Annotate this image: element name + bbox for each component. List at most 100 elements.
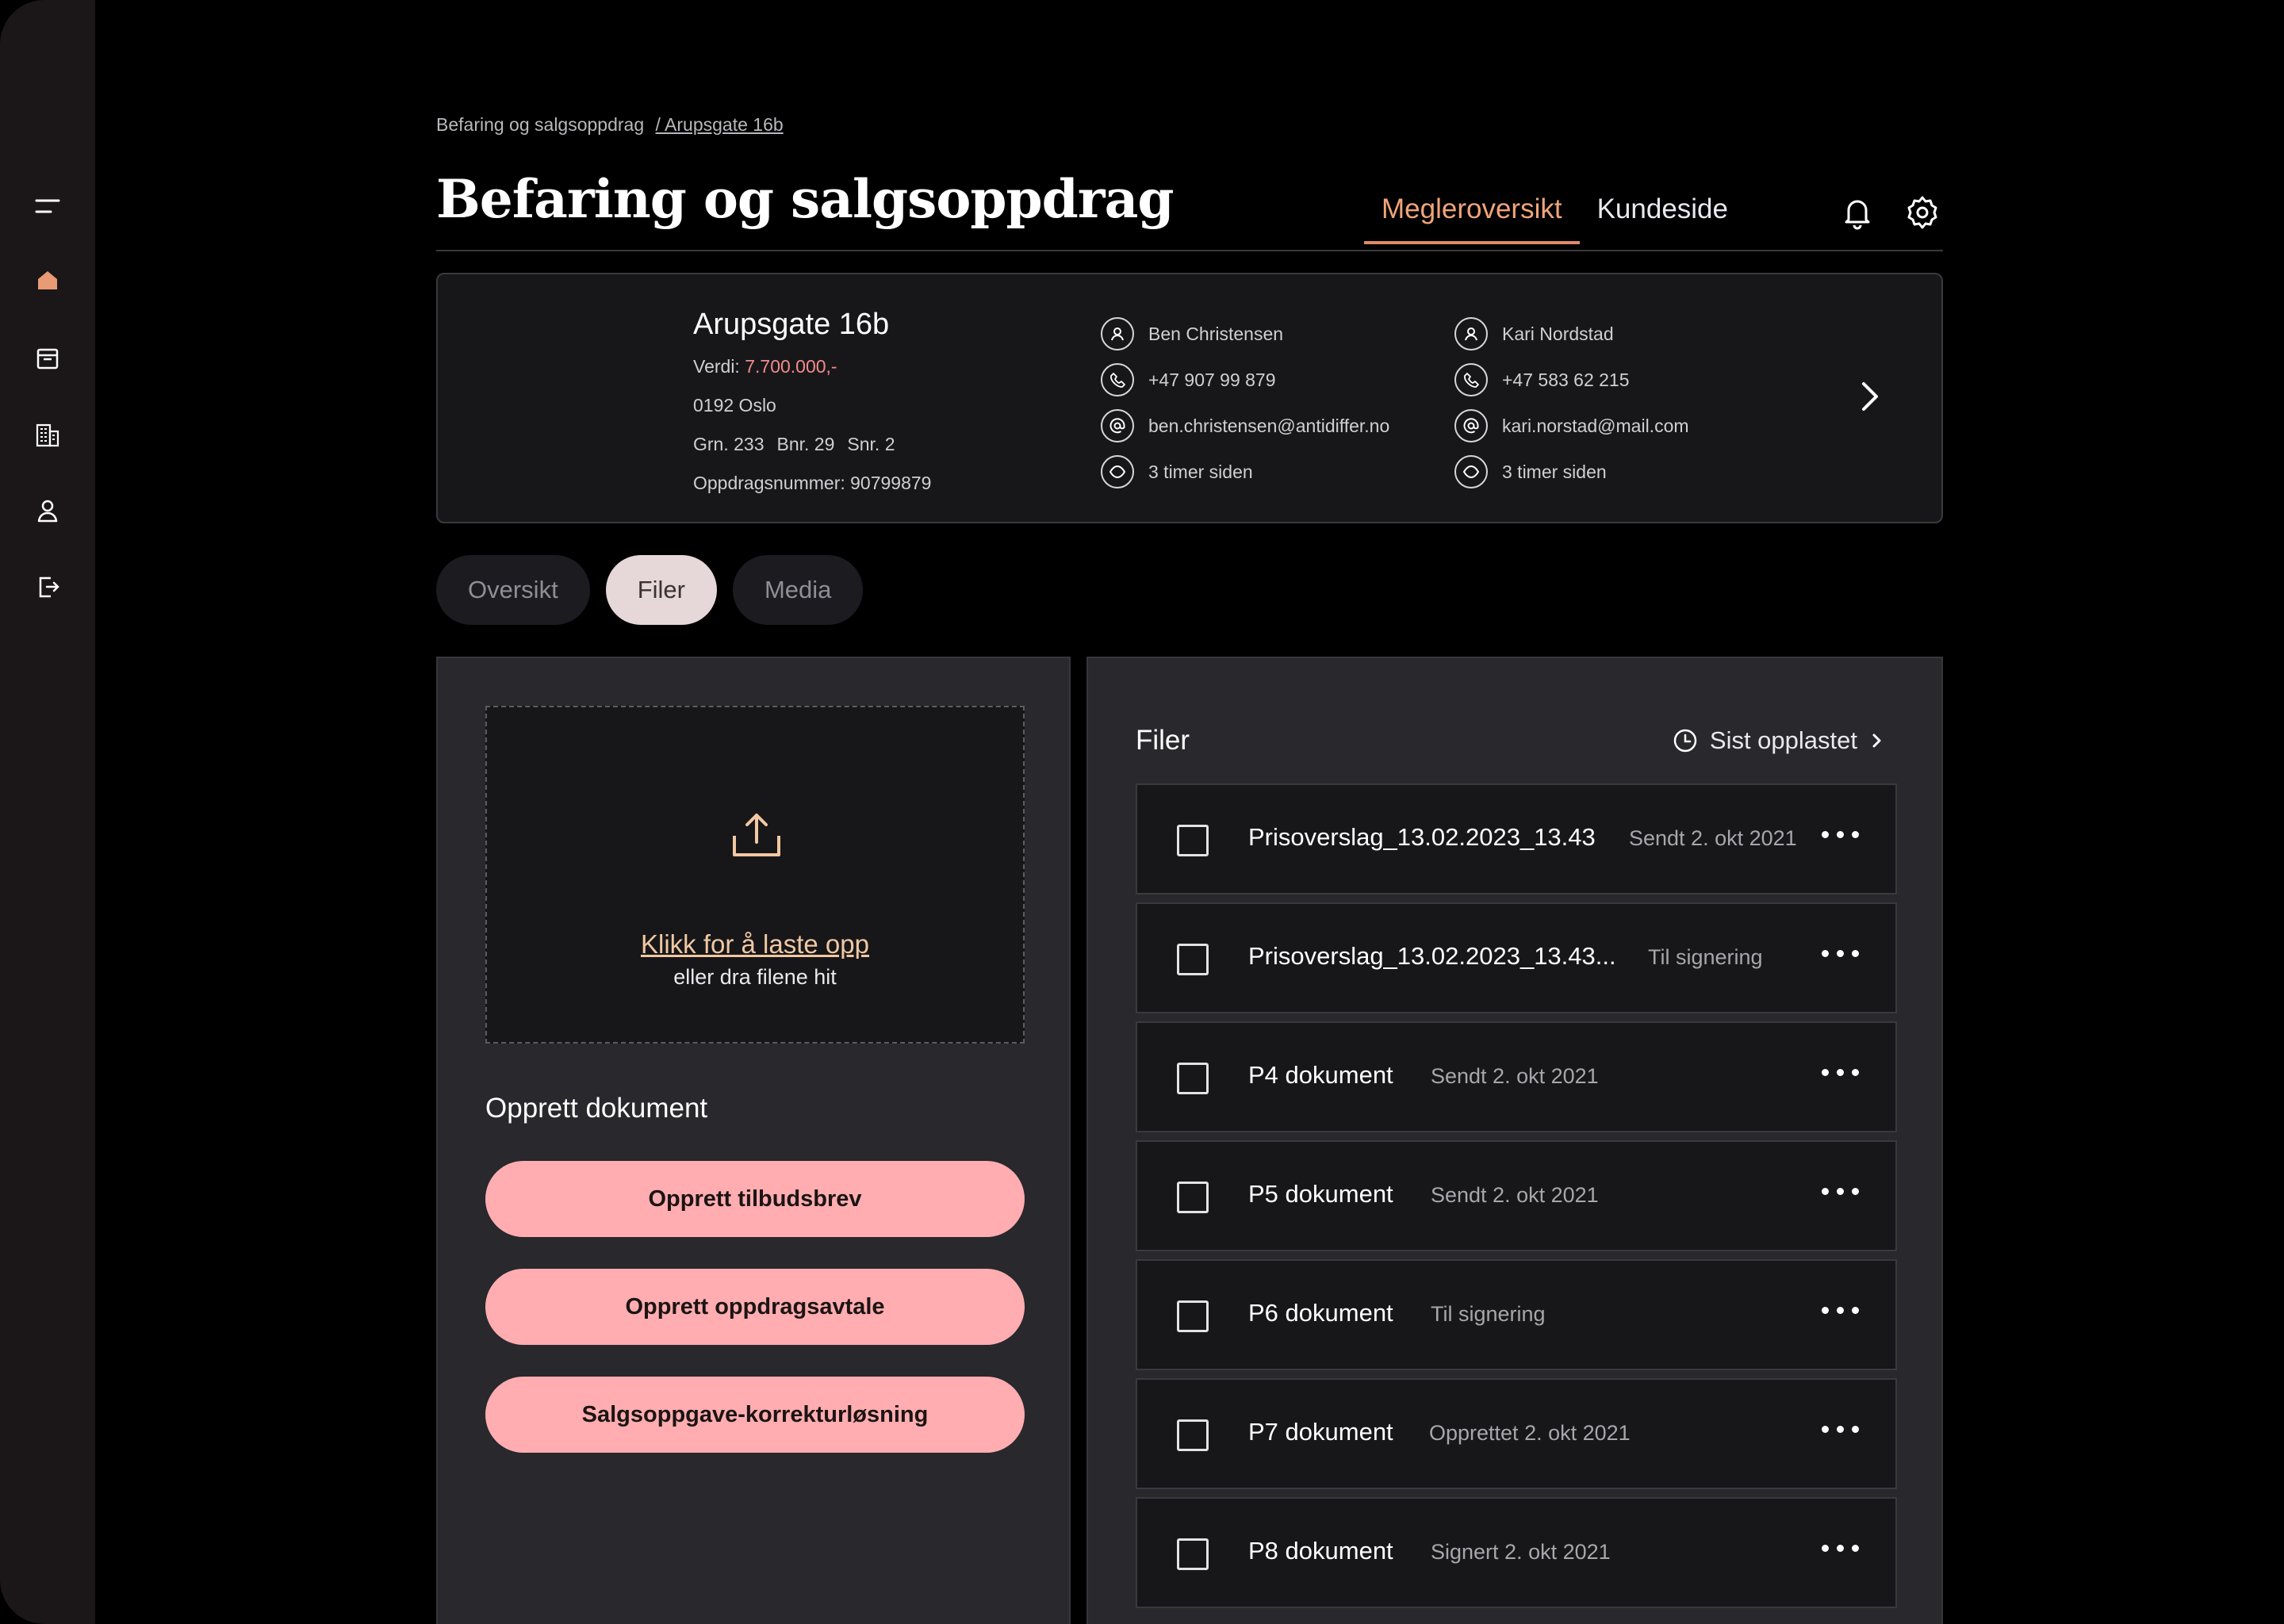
file-checkbox[interactable] [1177,1063,1209,1094]
upload-link[interactable]: Klikk for å laste opp [487,929,1023,959]
property-cadastral: Grn. 233 Bnr. 29 Snr. 2 [693,434,895,454]
file-row[interactable]: P5 dokument Sendt 2. okt 2021 [1136,1140,1897,1251]
email-icon [1454,409,1488,442]
logout-icon[interactable] [32,571,63,603]
settings-icon[interactable] [1903,193,1941,232]
contact-name: Ben Christensen [1148,323,1284,344]
sort-dropdown[interactable]: Sist opplastet [1672,726,1886,755]
user-icon[interactable] [32,495,63,527]
more-options-icon[interactable] [1822,1545,1859,1552]
file-row[interactable]: P7 dokument Opprettet 2. okt 2021 [1136,1378,1897,1489]
file-status: Til signering [1648,945,1763,969]
breadcrumb-current[interactable]: / Arupsgate 16b [656,114,784,135]
files-heading: Filer [1136,725,1190,756]
file-name: Prisoverslag_13.02.2023_13.43... [1248,942,1616,970]
chevron-right-icon [1872,733,1881,748]
sidebar [0,0,95,1624]
building-icon[interactable] [32,419,63,451]
create-assignment-agreement-button[interactable]: Opprett oppdragsavtale [485,1269,1025,1345]
file-row[interactable]: P4 dokument Sendt 2. okt 2021 [1136,1021,1897,1132]
contact-seller-2: Kari Nordstad +47 583 62 215 kari.norsta… [1454,311,1689,495]
upload-panel: Klikk for å laste opp eller dra filene h… [436,657,1071,1624]
file-status: Sendt 2. okt 2021 [1629,826,1797,850]
contact-last-seen: 3 timer siden [1148,461,1253,482]
menu-icon[interactable] [32,190,63,222]
contact-seller-1: Ben Christensen +47 907 99 879 ben.chris… [1101,311,1389,495]
property-address: Arupsgate 16b [693,308,890,341]
tab-megleroversikt[interactable]: Megleroversikt [1364,190,1580,244]
file-status: Sendt 2. okt 2021 [1431,1064,1599,1088]
more-options-icon[interactable] [1822,1426,1859,1433]
file-row[interactable]: Prisoverslag_13.02.2023_13.43 Sendt 2. o… [1136,783,1897,894]
more-options-icon[interactable] [1822,950,1859,957]
file-checkbox[interactable] [1177,944,1209,975]
tab-media[interactable]: Media [732,555,864,625]
top-tabs: Megleroversikt Kundeside [1364,190,1746,244]
file-name: P8 dokument [1248,1537,1393,1565]
file-name: P7 dokument [1248,1418,1393,1446]
breadcrumb-root[interactable]: Befaring og salgsoppdrag [436,114,644,135]
file-row[interactable]: P6 dokument Til signering [1136,1259,1897,1370]
file-name: P4 dokument [1248,1061,1393,1089]
file-row[interactable]: Prisoverslag_13.02.2023_13.43... Til sig… [1136,902,1897,1013]
phone-icon [1101,363,1134,396]
contact-email[interactable]: ben.christensen@antidiffer.no [1148,416,1389,437]
file-dropzone[interactable]: Klikk for å laste opp eller dra filene h… [485,706,1025,1044]
tab-oversikt[interactable]: Oversikt [436,555,590,625]
app-frame: Befaring og salgsoppdrag / Arupsgate 16b… [0,0,2284,1624]
contact-phone[interactable]: +47 583 62 215 [1502,370,1630,391]
property-value: Verdi: 7.700.000,- [693,356,837,377]
file-name: P5 dokument [1248,1180,1393,1208]
contact-name: Kari Nordstad [1502,323,1614,344]
more-options-icon[interactable] [1822,1069,1859,1076]
sales-proof-button[interactable]: Salgsoppgave-korrekturløsning [485,1377,1025,1453]
file-status: Opprettet 2. okt 2021 [1429,1421,1631,1445]
sort-label: Sist opplastet [1709,726,1857,754]
file-status: Signert 2. okt 2021 [1431,1540,1611,1564]
file-status: Til signering [1431,1302,1546,1326]
file-name: Prisoverslag_13.02.2023_13.43 [1248,823,1596,851]
file-checkbox[interactable] [1177,1419,1209,1451]
file-checkbox[interactable] [1177,1182,1209,1213]
upload-icon [733,814,780,856]
file-name: P6 dokument [1248,1299,1393,1327]
file-checkbox[interactable] [1177,825,1209,856]
tab-filer[interactable]: Filer [605,555,717,625]
more-options-icon[interactable] [1822,1188,1859,1195]
property-postal: 0192 Oslo [693,395,776,416]
create-offer-letter-button[interactable]: Opprett tilbudsbrev [485,1161,1025,1237]
contact-last-seen: 3 timer siden [1502,461,1607,482]
eye-icon [1101,455,1134,488]
file-status: Sendt 2. okt 2021 [1431,1183,1599,1207]
clock-icon [1673,729,1697,753]
header-actions [1838,193,1941,232]
contact-email[interactable]: kari.norstad@mail.com [1502,416,1689,437]
property-info: Arupsgate 16b Verdi: 7.700.000,- 0192 Os… [693,308,931,511]
upload-hint: eller dra filene hit [673,965,837,989]
page-title: Befaring og salgsoppdrag [436,168,1174,230]
home-icon[interactable] [32,264,63,296]
tab-kundeside[interactable]: Kundeside [1580,190,1746,244]
create-document-heading: Opprett dokument [485,1093,708,1124]
bell-icon[interactable] [1838,193,1876,232]
calendar-icon[interactable] [32,343,63,374]
file-checkbox[interactable] [1177,1300,1209,1332]
contact-phone[interactable]: +47 907 99 879 [1148,370,1276,391]
more-options-icon[interactable] [1822,831,1859,838]
section-tabs: Oversikt Filer Media [436,555,864,625]
property-price: 7.700.000,- [745,356,837,377]
user-icon [1101,317,1134,350]
email-icon [1101,409,1134,442]
files-panel: Filer Sist opplastet Prisoverslag_13.02.… [1086,657,1943,1624]
user-icon [1454,317,1488,350]
property-assignment-number: Oppdragsnummer: 90799879 [693,473,932,493]
eye-icon [1454,455,1488,488]
header-divider [436,250,1943,251]
chevron-right-icon[interactable] [1854,377,1886,416]
more-options-icon[interactable] [1822,1307,1859,1314]
file-checkbox[interactable] [1177,1538,1209,1570]
file-row[interactable]: P8 dokument Signert 2. okt 2021 [1136,1497,1897,1608]
property-card: Arupsgate 16b Verdi: 7.700.000,- 0192 Os… [436,273,1943,523]
phone-icon [1454,363,1488,396]
breadcrumb: Befaring og salgsoppdrag / Arupsgate 16b [436,114,784,136]
